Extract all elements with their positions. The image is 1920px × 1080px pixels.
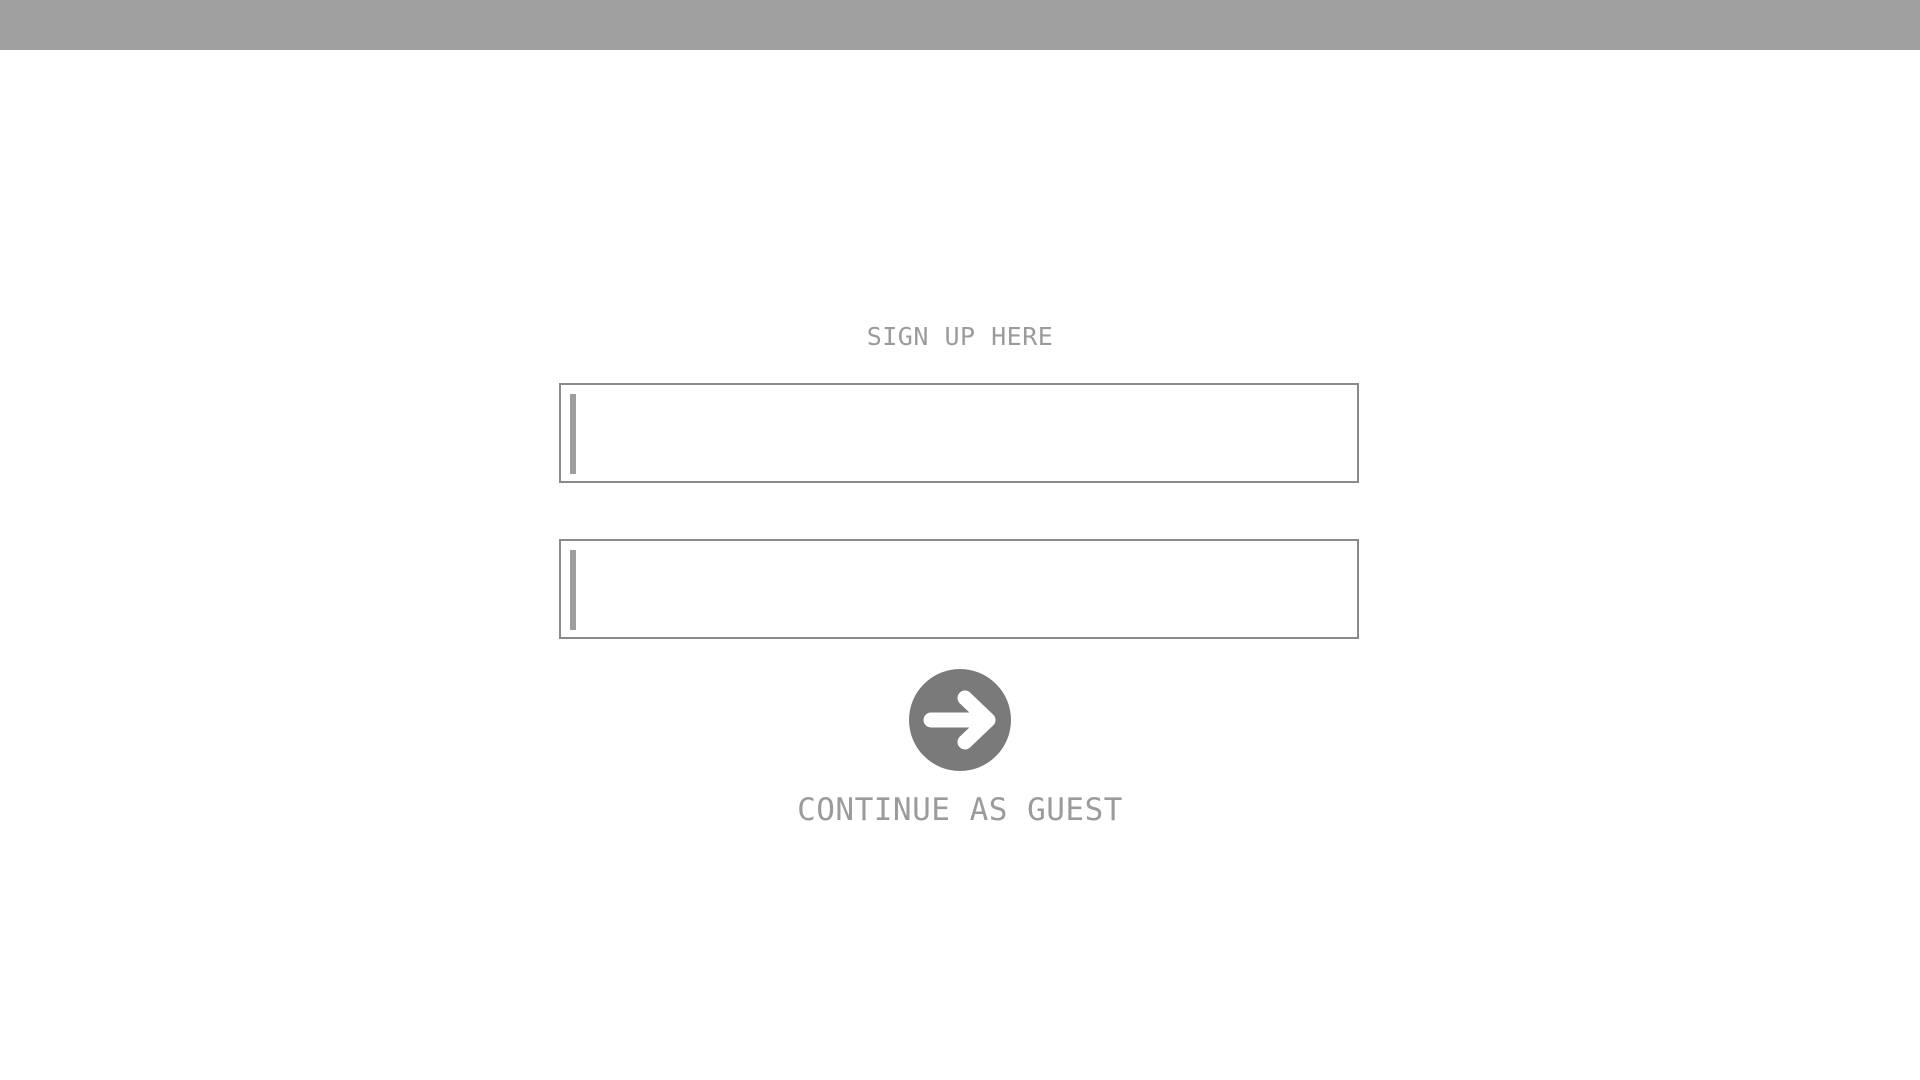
signup-input-2[interactable] <box>561 541 1357 637</box>
signup-field-1[interactable] <box>559 383 1359 483</box>
signup-field-2[interactable] <box>559 539 1359 639</box>
continue-as-guest-container: CONTINUE AS GUEST <box>0 792 1920 828</box>
continue-as-guest-link[interactable]: CONTINUE AS GUEST <box>797 792 1123 828</box>
signup-heading: SIGN UP HERE <box>866 322 1054 351</box>
signup-input-1[interactable] <box>561 385 1357 481</box>
arrow-right-icon <box>923 690 996 750</box>
submit-button[interactable] <box>909 669 1011 771</box>
top-bar <box>0 0 1920 50</box>
